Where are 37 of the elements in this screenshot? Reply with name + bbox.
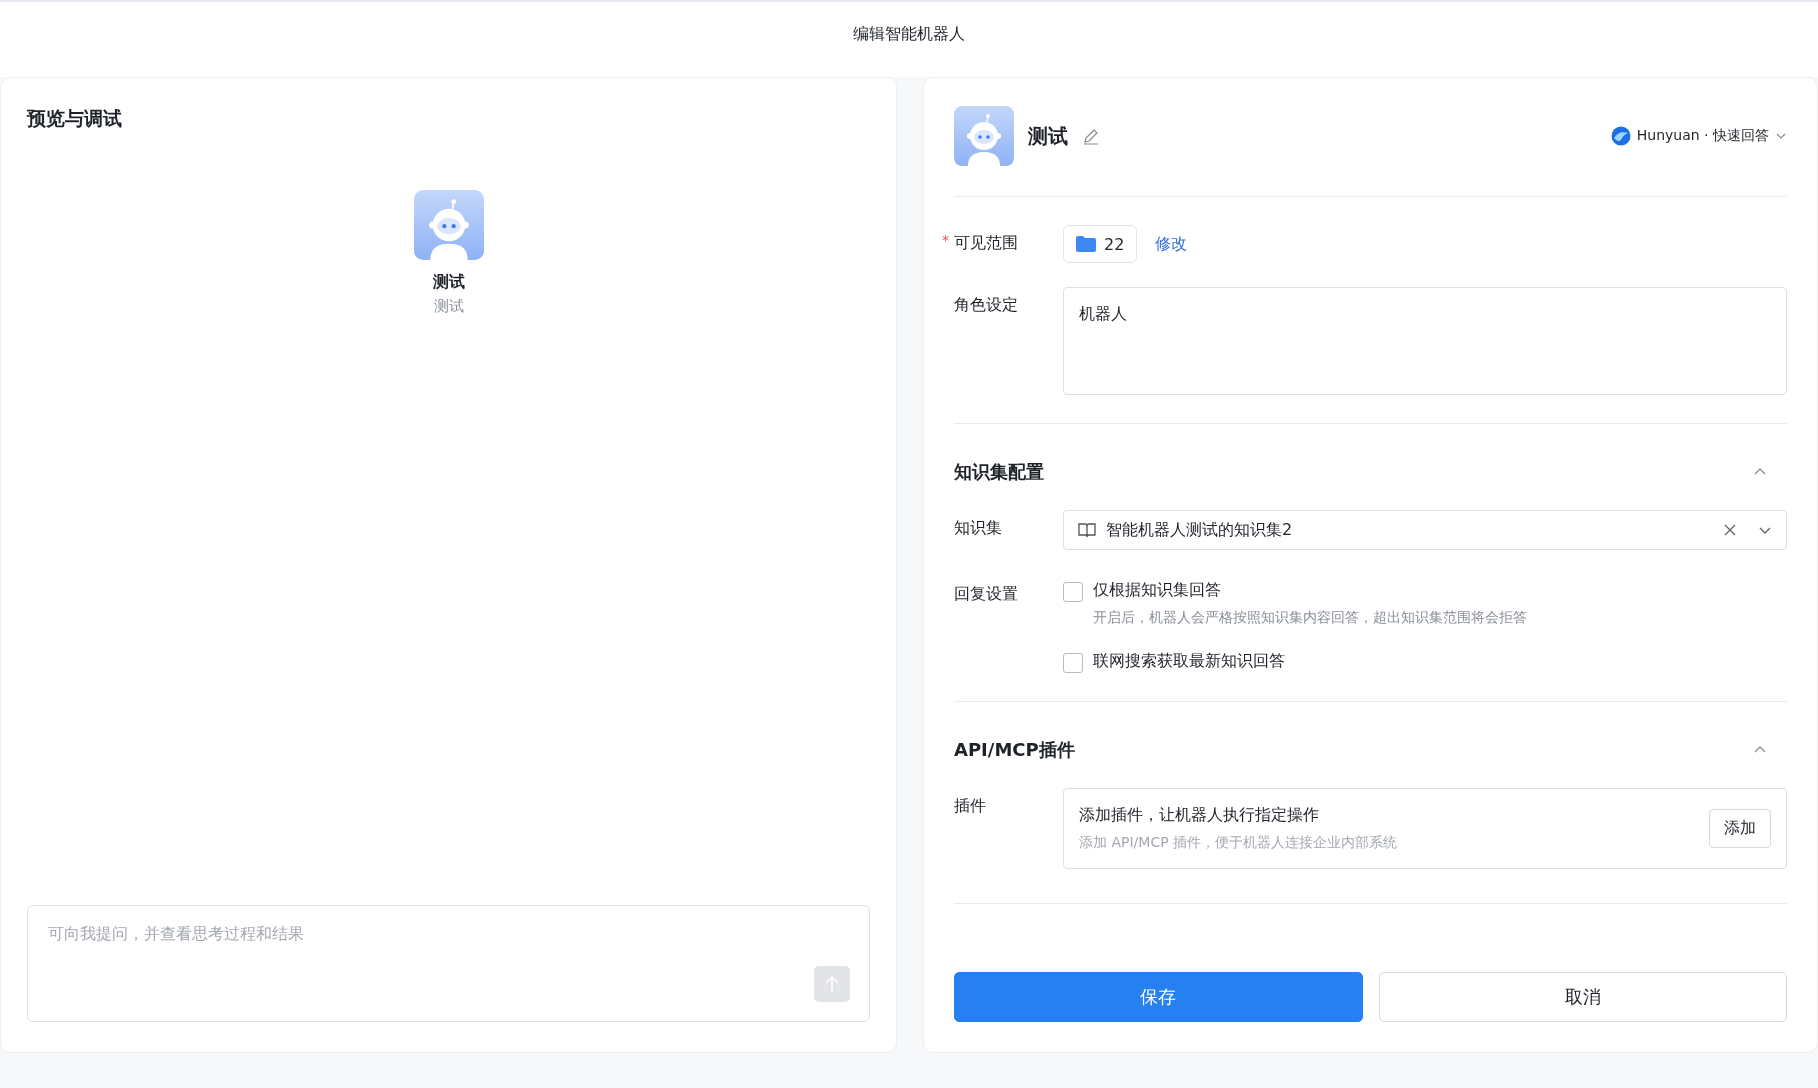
robot-avatar-icon — [413, 190, 484, 260]
field-label: 知识集 — [954, 517, 1003, 539]
required-mark: * — [942, 233, 949, 247]
plugin-heading: 添加插件，让机器人执行指定操作 — [1079, 805, 1320, 826]
field-label: 回复设置 — [954, 583, 1019, 605]
chat-input-field[interactable]: 可向我提问，并查看思考过程和结果 — [27, 905, 870, 1022]
globe-logo-icon — [1610, 126, 1631, 146]
bot-description: 测试 — [433, 297, 464, 316]
book-icon — [1078, 522, 1096, 538]
cancel-button[interactable]: 取消 — [1378, 972, 1787, 1022]
option-label: 仅根据知识集回答 — [1093, 580, 1222, 601]
option-label: 联网搜索获取最新知识回答 — [1093, 651, 1285, 672]
field-label: 角色设定 — [954, 294, 1019, 316]
option-hint: 开启后，机器人会严格按照知识集内容回答，超出知识集范围将会拒答 — [1093, 609, 1527, 627]
bot-name: 测试 — [432, 272, 465, 293]
section-title: API/MCP插件 — [954, 738, 1075, 762]
edit-link[interactable]: 修改 — [1155, 233, 1188, 255]
role-field[interactable]: 机器人 — [1063, 287, 1787, 395]
arrow-up-icon — [823, 975, 841, 993]
plugin-description: 添加 API/MCP 插件，便于机器人连接企业内部系统 — [1079, 834, 1399, 852]
window-title: 编辑智能机器人 — [853, 24, 965, 45]
checkbox[interactable] — [1063, 653, 1083, 673]
folder-icon — [1076, 236, 1096, 252]
scope-tag: 22 — [1063, 225, 1138, 263]
field-label: 可见范围 — [954, 233, 1018, 254]
save-button[interactable]: 保存 — [954, 972, 1363, 1022]
field-label: 插件 — [954, 795, 987, 817]
panel-title: 预览与调试 — [27, 106, 123, 131]
checkbox[interactable] — [1063, 582, 1083, 602]
knowledge-select[interactable]: 智能机器人测试的知识集2 — [1063, 510, 1787, 550]
add-button[interactable]: 添加 — [1709, 809, 1771, 848]
section-title: 知识集配置 — [954, 460, 1044, 484]
bot-name: 测试 — [1028, 122, 1068, 150]
clear-icon[interactable] — [1724, 524, 1736, 536]
robot-avatar-icon — [954, 106, 1014, 166]
edit-icon[interactable] — [1082, 127, 1100, 145]
model-selector[interactable]: Hunyuan · 快速回答 — [1610, 126, 1787, 146]
